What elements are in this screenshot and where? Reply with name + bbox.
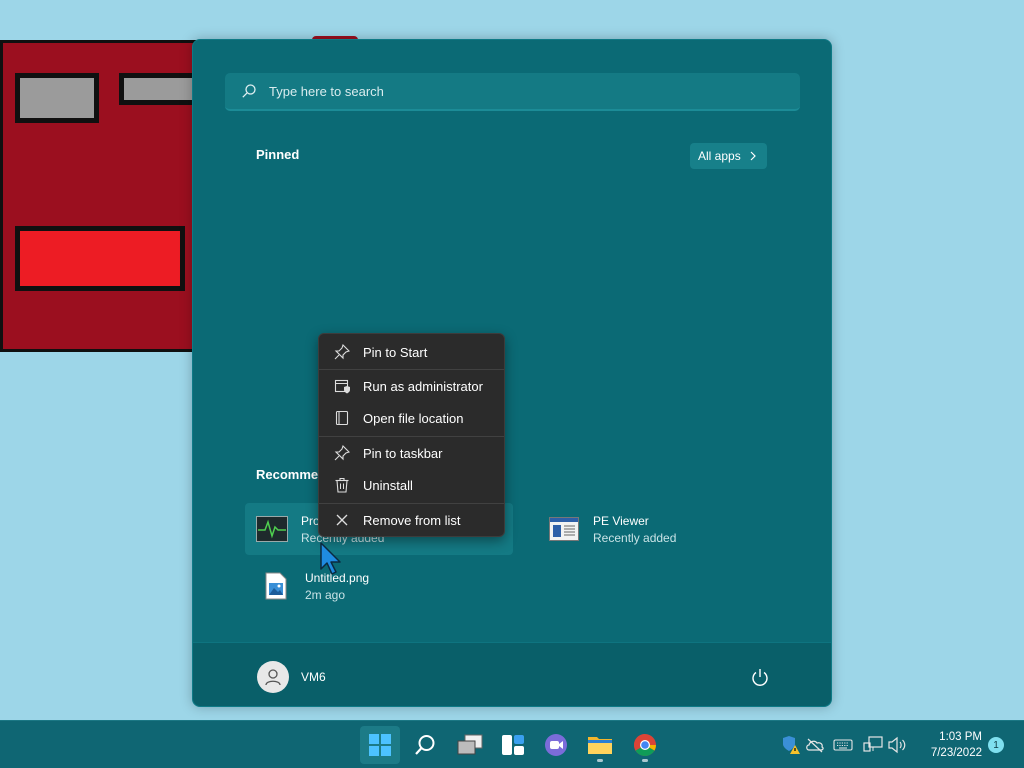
chat-icon bbox=[545, 734, 567, 756]
search-box[interactable] bbox=[225, 73, 800, 111]
context-menu: Pin to Start Run as administrator Open f… bbox=[318, 333, 505, 537]
search-icon bbox=[242, 84, 256, 98]
context-separator bbox=[319, 369, 504, 370]
context-item-pin-to-start[interactable]: Pin to Start bbox=[323, 337, 501, 367]
close-icon bbox=[333, 511, 351, 529]
image-file-icon bbox=[259, 569, 293, 603]
shield-window-icon bbox=[333, 377, 351, 395]
widgets-icon bbox=[502, 735, 524, 755]
taskbar-clock[interactable]: 1:03 PM 7/23/2022 bbox=[918, 729, 982, 761]
context-item-label: Uninstall bbox=[363, 477, 413, 493]
taskbar-search-button[interactable] bbox=[405, 726, 445, 764]
recommended-item-subtitle: 2m ago bbox=[305, 587, 346, 602]
context-item-open-file-location[interactable]: Open file location bbox=[323, 403, 501, 433]
background-app-window bbox=[0, 40, 209, 352]
recommended-item[interactable]: PE Viewer Recently added bbox=[543, 503, 676, 555]
recommended-item-name: PE Viewer bbox=[593, 513, 649, 528]
taskbar: 1:03 PM 7/23/2022 1 bbox=[0, 720, 1024, 768]
context-item-pin-to-taskbar[interactable]: Pin to taskbar bbox=[323, 438, 501, 468]
taskbar-file-explorer-button[interactable] bbox=[580, 726, 620, 764]
clock-date: 7/23/2022 bbox=[930, 747, 982, 759]
task-manager-icon bbox=[255, 512, 289, 546]
context-separator bbox=[319, 503, 504, 504]
chevron-right-icon bbox=[750, 151, 756, 161]
pe-viewer-icon bbox=[547, 512, 581, 546]
start-menu-footer: VM6 bbox=[193, 642, 831, 706]
running-indicator bbox=[642, 759, 648, 762]
taskbar-chat-button[interactable] bbox=[536, 726, 576, 764]
task-view-icon bbox=[457, 734, 483, 755]
chrome-icon bbox=[634, 734, 656, 756]
context-separator bbox=[319, 436, 504, 437]
mouse-cursor-icon bbox=[320, 542, 341, 575]
context-item-label: Remove from list bbox=[363, 512, 461, 528]
context-item-label: Run as administrator bbox=[363, 378, 483, 394]
trash-icon bbox=[333, 476, 351, 494]
context-item-run-as-admin[interactable]: Run as administrator bbox=[323, 371, 501, 401]
background-shape bbox=[15, 226, 185, 291]
clock-time: 1:03 PM bbox=[939, 731, 982, 743]
recommended-title: Recomme bbox=[256, 467, 319, 482]
user-name[interactable]: VM6 bbox=[301, 670, 326, 684]
onedrive-offline-icon[interactable] bbox=[804, 734, 826, 756]
context-item-label: Open file location bbox=[363, 410, 464, 426]
file-location-icon bbox=[333, 409, 351, 427]
taskbar-chrome-button[interactable] bbox=[625, 726, 665, 764]
running-indicator bbox=[597, 759, 603, 762]
context-item-uninstall[interactable]: Uninstall bbox=[323, 470, 501, 500]
context-item-label: Pin to taskbar bbox=[363, 445, 443, 461]
background-shape bbox=[15, 73, 99, 123]
context-item-label: Pin to Start bbox=[363, 344, 428, 360]
start-menu: Pinned All apps Recomme Pro Recently add… bbox=[192, 39, 832, 707]
search-icon bbox=[415, 735, 435, 755]
user-avatar[interactable] bbox=[257, 661, 289, 693]
context-item-remove-from-list[interactable]: Remove from list bbox=[323, 505, 501, 535]
keyboard-icon[interactable] bbox=[832, 734, 854, 756]
taskbar-start-button[interactable] bbox=[360, 726, 400, 764]
recommended-item[interactable]: Untitled.png 2m ago bbox=[259, 560, 369, 612]
pin-icon bbox=[333, 343, 351, 361]
all-apps-label: All apps bbox=[698, 149, 741, 163]
folder-icon bbox=[588, 737, 612, 754]
windows-logo-icon bbox=[369, 734, 391, 756]
notification-badge[interactable]: 1 bbox=[988, 737, 1004, 753]
recommended-item-subtitle: Recently added bbox=[593, 530, 677, 545]
volume-icon[interactable] bbox=[886, 734, 908, 756]
all-apps-button[interactable]: All apps bbox=[690, 143, 767, 169]
power-icon[interactable] bbox=[749, 667, 771, 689]
taskbar-task-view-button[interactable] bbox=[450, 726, 490, 764]
defender-warning-icon[interactable] bbox=[780, 734, 802, 756]
pin-icon bbox=[333, 444, 351, 462]
search-input[interactable] bbox=[269, 83, 800, 99]
pinned-title: Pinned bbox=[256, 147, 300, 162]
network-icon[interactable] bbox=[862, 734, 884, 756]
taskbar-widgets-button[interactable] bbox=[493, 726, 533, 764]
user-icon bbox=[265, 669, 281, 686]
